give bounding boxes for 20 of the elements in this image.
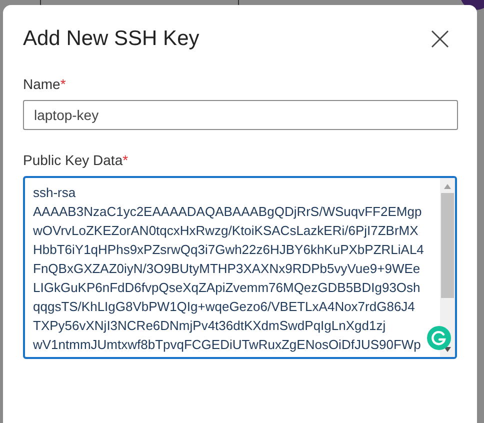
text-line: wV1ntmmJUmtxwf8bTpvqFCGEDiUTwRuxZgENosOiDfJUS90FWp — [33, 336, 422, 354]
text-line: FnQBxGXZAZ0iyN/3O9BUtyMTHP3XAXNx9RDPb5vyVue9+9WEe — [33, 260, 422, 278]
input-field[interactable]: laptop-key — [23, 100, 458, 130]
dialog-title: Add New SSH Key — [23, 27, 200, 51]
text-area[interactable] — [23, 176, 457, 359]
assistant-badge-icon[interactable] — [427, 326, 451, 350]
text-line: AAAAB3NzaC1yc2EAAAADAQABAAABgQDjRrS/WSuqvFF2EMgp — [33, 203, 423, 221]
text-line: LIGkGuKP6nFdD6fvpQseXqZApiZvemm76MQezGDB5BDIg93Osh — [33, 279, 422, 297]
required-mark: * — [60, 76, 66, 92]
text-line: TXPy56vXNjI3NCRe6DNmjPv4t36dtKXdmSwdPqIgLnXgd1zj — [33, 317, 387, 335]
field-label: Public Key Data — [23, 152, 123, 168]
text-line: ssh-rsa — [33, 184, 77, 202]
scrollbar[interactable] — [440, 178, 455, 357]
scroll-up-icon — [444, 184, 451, 189]
close-icon — [431, 30, 449, 48]
required-mark: * — [122, 152, 128, 168]
text-line: wOVrvLoZKEZorAN0tqcxHxRwzg/KtoiKSACsLazkERi/6PjI7ZBrMX — [33, 222, 420, 240]
text-line: qqgsTS/KhLIgG8VbPW1QIg+wqeGezo6/VBETLxA4Nox7rdG86J4 — [33, 298, 416, 316]
text-line: HbbT6iY1qHPhs9xPZsrwQq3i7Gwh22z6HJBY6khKuPXbPZRLiAL4 — [33, 241, 425, 259]
field-label: Name — [23, 76, 60, 92]
